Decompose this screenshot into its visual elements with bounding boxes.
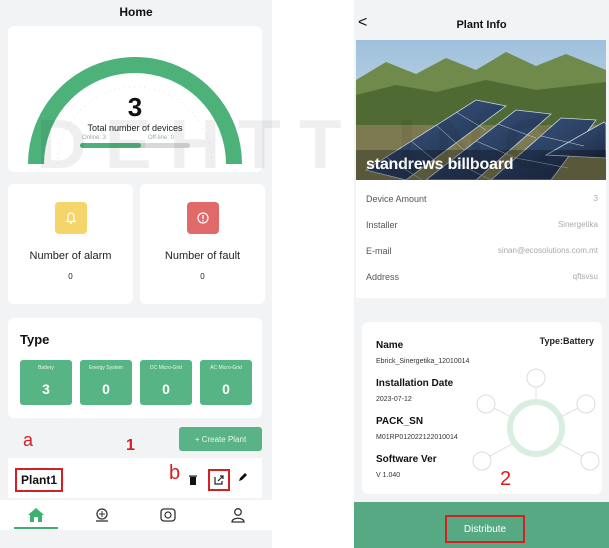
device-name-value: Ebrick_Sinergetika_12010014 bbox=[376, 358, 470, 365]
alarm-value: 0 bbox=[68, 272, 73, 281]
type-tile-ac-micro-grid[interactable]: AC Micro-Grid 0 bbox=[200, 360, 252, 405]
home-screen: Home 3 Total number of devices Online: 3… bbox=[0, 0, 272, 548]
share-icon bbox=[214, 475, 224, 485]
device-gauge-card: 3 Total number of devices Online: 3 Off-… bbox=[8, 26, 262, 172]
fault-value: 0 bbox=[200, 272, 205, 281]
type-tile-label: Energy System bbox=[89, 365, 123, 371]
plant-photo: standrews billboard bbox=[356, 40, 606, 180]
annotation-1: 1 bbox=[126, 437, 135, 454]
installation-date-key: Installation Date bbox=[376, 378, 454, 389]
type-tile-value: 0 bbox=[222, 381, 230, 397]
pack-sn-value: M01RP012022122010014 bbox=[376, 434, 458, 441]
bell-icon bbox=[54, 202, 87, 234]
info-key: Device Amount bbox=[366, 194, 427, 204]
screenshot-stage: Home 3 Total number of devices Online: 3… bbox=[0, 0, 609, 548]
type-tile-battery[interactable]: Battery 3 bbox=[20, 360, 72, 405]
device-detail-card[interactable]: Type:Battery Name Ebrick_Sinergetika_120… bbox=[362, 322, 602, 494]
alarm-label: Number of alarm bbox=[29, 250, 112, 262]
info-key: Address bbox=[366, 272, 400, 282]
info-value: 3 bbox=[593, 194, 598, 203]
user-icon[interactable] bbox=[226, 504, 250, 526]
type-tile-dc-micro-grid[interactable]: DC Micro-Grid 0 bbox=[140, 360, 192, 405]
annotation-2: 2 bbox=[500, 468, 512, 490]
type-tile-label: DC Micro-Grid bbox=[150, 365, 182, 371]
plant-info-screen: < Plant Info standrews billboard Device … bbox=[354, 0, 609, 548]
distribute-button[interactable]: Distribute bbox=[445, 515, 525, 543]
type-title: Type bbox=[20, 332, 50, 347]
alarm-card[interactable]: Number of alarm 0 bbox=[8, 184, 133, 304]
device-icon[interactable] bbox=[156, 504, 180, 526]
fault-card[interactable]: Number of fault 0 bbox=[140, 184, 265, 304]
bottom-tab-bar bbox=[0, 500, 272, 530]
trash-icon[interactable] bbox=[189, 475, 197, 488]
installation-date-value: 2023-07-12 bbox=[376, 396, 412, 403]
pack-sn-key: PACK_SN bbox=[376, 416, 424, 427]
type-tile-energy-system[interactable]: Energy System 0 bbox=[80, 360, 132, 405]
online-progress-fill bbox=[80, 143, 141, 148]
plant-list-item[interactable]: Plant1 b bbox=[8, 458, 262, 498]
pencil-icon[interactable] bbox=[238, 472, 248, 485]
offline-count: Off-line: 0 bbox=[148, 135, 174, 141]
plant-icon[interactable] bbox=[90, 504, 114, 526]
type-tile-value: 3 bbox=[42, 381, 50, 397]
device-name-key: Name bbox=[376, 340, 404, 351]
warning-icon bbox=[186, 202, 219, 234]
annotation-b: b bbox=[169, 462, 181, 484]
info-value: qftsvsu bbox=[572, 272, 598, 281]
energy-diagram-graphic bbox=[472, 368, 600, 471]
distribute-bar: Distribute bbox=[354, 502, 609, 548]
page-title: Plant Info bbox=[456, 19, 507, 31]
plant-info-card: Device Amount 3 Installer Sinergetika E-… bbox=[356, 180, 606, 298]
plant-name[interactable]: Plant1 bbox=[15, 468, 63, 492]
info-value: Sinergetika bbox=[557, 220, 598, 229]
software-ver-key: Software Ver bbox=[376, 454, 437, 465]
device-type-label: Type:Battery bbox=[539, 336, 594, 346]
software-ver-value: V 1.040 bbox=[376, 472, 401, 479]
plant-name-title: standrews billboard bbox=[366, 156, 514, 173]
type-card: Type Battery 3 Energy System 0 DC Micro-… bbox=[8, 318, 262, 418]
create-plant-button[interactable]: + Create Plant bbox=[179, 427, 262, 451]
page-title: Home bbox=[119, 5, 153, 19]
info-key: Installer bbox=[366, 220, 398, 230]
device-count-label: Total number of devices bbox=[87, 123, 183, 133]
type-tile-label: AC Micro-Grid bbox=[210, 365, 242, 371]
fault-label: Number of fault bbox=[164, 250, 241, 262]
share-button[interactable] bbox=[208, 469, 230, 491]
active-tab-indicator bbox=[14, 527, 58, 529]
info-key: E-mail bbox=[366, 246, 392, 256]
type-tile-value: 0 bbox=[102, 381, 110, 397]
type-tile-label: Battery bbox=[38, 365, 54, 371]
home-icon[interactable] bbox=[24, 504, 48, 526]
annotation-a: a bbox=[23, 430, 34, 450]
online-progress-bar bbox=[80, 143, 190, 148]
info-value: sinan@ecosolutions.com.mt bbox=[497, 246, 598, 255]
online-count: Online: 3 bbox=[82, 135, 107, 141]
type-tile-value: 0 bbox=[162, 381, 170, 397]
device-count: 3 bbox=[127, 92, 143, 122]
